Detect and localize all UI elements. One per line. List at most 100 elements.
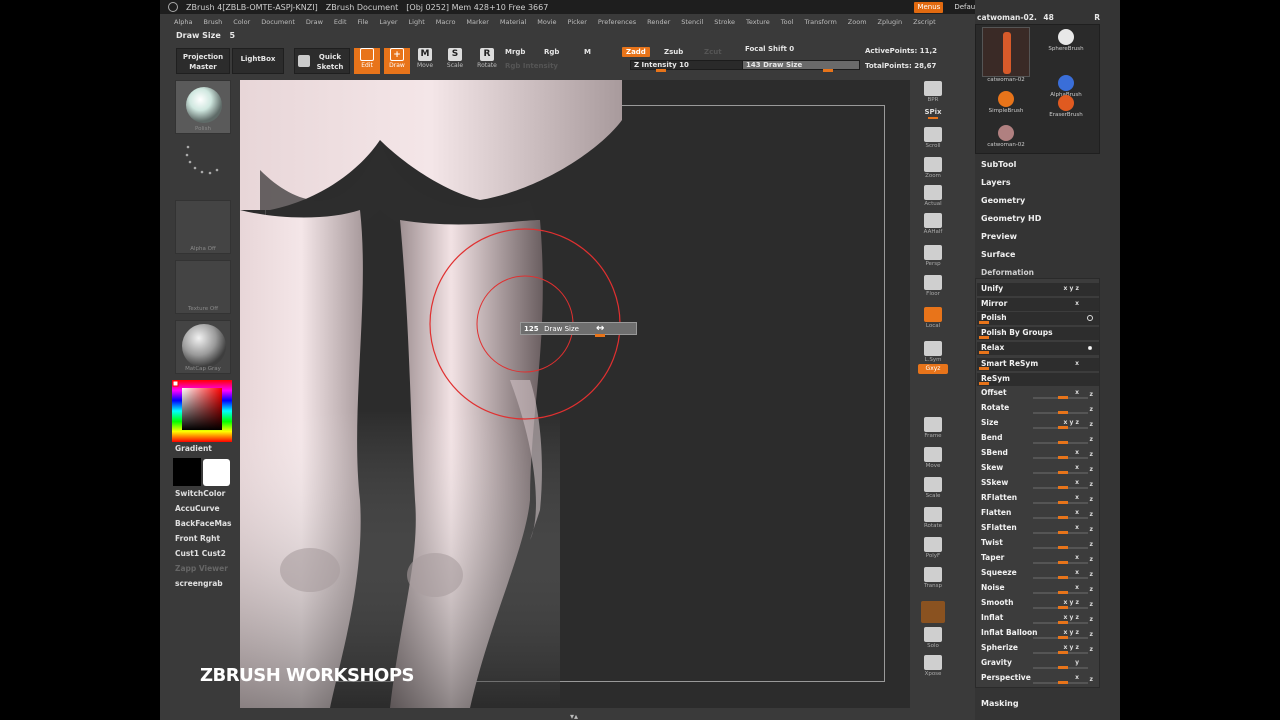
zadd-button[interactable]: Zadd xyxy=(622,47,650,57)
tool-reset-button[interactable]: R xyxy=(1094,13,1100,22)
z-toggle-icon[interactable]: z xyxy=(1090,539,1094,551)
deform-sskew[interactable]: SSkew x z xyxy=(977,477,1099,490)
menu-color[interactable]: Color xyxy=(233,18,250,26)
solo-button[interactable]: Solo xyxy=(918,626,948,654)
z-toggle-icon[interactable]: z xyxy=(1090,524,1094,536)
lightbox-button[interactable]: LightBox xyxy=(232,48,284,74)
zapp-viewer-button[interactable]: Zapp Viewer xyxy=(175,564,228,573)
slider-knob[interactable] xyxy=(1058,516,1068,519)
scroll-button[interactable]: Scroll xyxy=(918,126,948,154)
slider-knob[interactable] xyxy=(1058,576,1068,579)
slider-knob[interactable] xyxy=(1058,396,1068,399)
backface-mask-button[interactable]: BackFaceMas xyxy=(175,519,231,528)
slider-knob[interactable] xyxy=(1058,471,1068,474)
deform-noise-slider[interactable] xyxy=(1033,591,1088,594)
mrgb-button[interactable]: Mrgb xyxy=(505,48,525,56)
deform-perspective[interactable]: Perspective x z xyxy=(977,672,1099,685)
deform-skew-slider[interactable] xyxy=(1033,471,1088,474)
deform-inflat-balloon-slider[interactable] xyxy=(1033,636,1088,639)
scale-button[interactable]: Scale xyxy=(918,476,948,504)
deform-resym[interactable]: ReSym xyxy=(977,373,1099,386)
slider-knob[interactable] xyxy=(1058,681,1068,684)
slider-knob[interactable] xyxy=(1058,441,1068,444)
material-picker[interactable]: MatCap Gray xyxy=(175,320,231,374)
deform-perspective-slider[interactable] xyxy=(1033,681,1088,684)
bpr-button[interactable]: BPR xyxy=(918,80,948,108)
menu-picker[interactable]: Picker xyxy=(568,18,587,26)
menu-document[interactable]: Document xyxy=(261,18,295,26)
deform-rotate-slider[interactable] xyxy=(1033,411,1088,414)
tool-thumb-catwoman-02[interactable]: catwoman-02 xyxy=(978,27,1034,85)
polyf-button[interactable]: PolyF xyxy=(918,536,948,564)
slider-knob[interactable] xyxy=(1058,501,1068,504)
menu-stencil[interactable]: Stencil xyxy=(681,18,703,26)
deform-gravity[interactable]: Gravity y xyxy=(977,657,1099,670)
zcut-button[interactable]: Zcut xyxy=(704,48,722,56)
deform-smart-resym[interactable]: Smart ReSym x xyxy=(977,358,1099,371)
m-button[interactable]: M xyxy=(584,48,591,56)
deform-inflat-balloon[interactable]: Inflat Balloon x y zz xyxy=(977,627,1099,640)
menu-tool[interactable]: Tool xyxy=(781,18,794,26)
rotate-button[interactable]: R Rotate xyxy=(474,48,500,74)
radio-filled-icon[interactable] xyxy=(1088,346,1092,350)
zoom-button[interactable]: Zoom xyxy=(918,156,948,184)
slider-knob[interactable] xyxy=(1058,561,1068,564)
slider-knob[interactable] xyxy=(1058,456,1068,459)
deform-polish-slider[interactable] xyxy=(979,321,1089,324)
deform-bend[interactable]: Bend z xyxy=(977,432,1099,445)
cust-button[interactable]: Cust1 Cust2 xyxy=(175,549,226,558)
actual-button[interactable]: Actual xyxy=(918,184,948,212)
deform-taper[interactable]: Taper x z xyxy=(977,552,1099,565)
tray-menu-preview[interactable]: Preview xyxy=(981,232,1017,241)
deform-bend-slider[interactable] xyxy=(1033,441,1088,444)
deform-polish-by-groups-slider[interactable] xyxy=(979,336,1089,339)
deform-smart-resym-slider[interactable] xyxy=(979,367,1089,370)
tool-thumb-simplebrush[interactable]: SimpleBrush xyxy=(978,91,1034,121)
deform-offset[interactable]: Offset x z xyxy=(977,387,1099,400)
deform-unify[interactable]: Unify x y z xyxy=(977,283,1099,296)
gradient-label[interactable]: Gradient xyxy=(175,444,212,453)
menu-zscript[interactable]: Zscript xyxy=(913,18,936,26)
deform-inflat-slider[interactable] xyxy=(1033,621,1088,624)
menu-movie[interactable]: Movie xyxy=(537,18,556,26)
masking-menu[interactable]: Masking xyxy=(981,699,1019,708)
slider-knob[interactable] xyxy=(979,351,989,354)
deform-resym-slider[interactable] xyxy=(979,382,1089,385)
slider-knob[interactable] xyxy=(1058,636,1068,639)
front-right-button[interactable]: Front Rght xyxy=(175,534,220,543)
z-toggle-icon[interactable]: z xyxy=(1090,569,1094,581)
slider-knob[interactable] xyxy=(1058,666,1068,669)
bottom-shelf-arrows-icon[interactable]: ▾▴ xyxy=(570,712,578,720)
main-color-swatch[interactable] xyxy=(203,459,230,486)
z-toggle-icon[interactable]: z xyxy=(1090,389,1094,401)
floor-button[interactable]: Floor xyxy=(918,274,948,302)
local-button[interactable]: Local xyxy=(918,306,948,334)
transp-button[interactable]: Transp xyxy=(918,566,948,594)
z-toggle-icon[interactable]: z xyxy=(1090,404,1094,416)
menu-zoom[interactable]: Zoom xyxy=(848,18,867,26)
ghost-button[interactable] xyxy=(918,600,948,628)
radio-icon[interactable] xyxy=(1087,315,1093,321)
menu-alpha[interactable]: Alpha xyxy=(174,18,192,26)
deform-twist[interactable]: Twist z xyxy=(977,537,1099,550)
tray-menu-layers[interactable]: Layers xyxy=(981,178,1011,187)
menu-transform[interactable]: Transform xyxy=(804,18,836,26)
deform-smooth-slider[interactable] xyxy=(1033,606,1088,609)
brush-picker[interactable]: Polish xyxy=(175,80,231,134)
deform-unify-axis[interactable]: x y z xyxy=(1064,283,1079,295)
slider-knob[interactable] xyxy=(1058,546,1068,549)
deform-relax-slider[interactable] xyxy=(979,351,1089,354)
slider-knob[interactable] xyxy=(979,382,989,385)
menu-stroke[interactable]: Stroke xyxy=(714,18,735,26)
tray-menu-geometry-hd[interactable]: Geometry HD xyxy=(981,214,1041,223)
slider-knob[interactable] xyxy=(979,336,989,339)
deform-polish-by-groups[interactable]: Polish By Groups xyxy=(977,327,1099,340)
deform-mirror-axis[interactable]: x xyxy=(1075,298,1079,310)
deform-mirror[interactable]: Mirror x xyxy=(977,298,1099,311)
deform-noise[interactable]: Noise x z xyxy=(977,582,1099,595)
deform-rflatten[interactable]: RFlatten x z xyxy=(977,492,1099,505)
stroke-picker[interactable] xyxy=(175,138,231,192)
z-toggle-icon[interactable]: z xyxy=(1090,449,1094,461)
deform-offset-slider[interactable] xyxy=(1033,396,1088,399)
move-button[interactable]: Move xyxy=(918,446,948,474)
